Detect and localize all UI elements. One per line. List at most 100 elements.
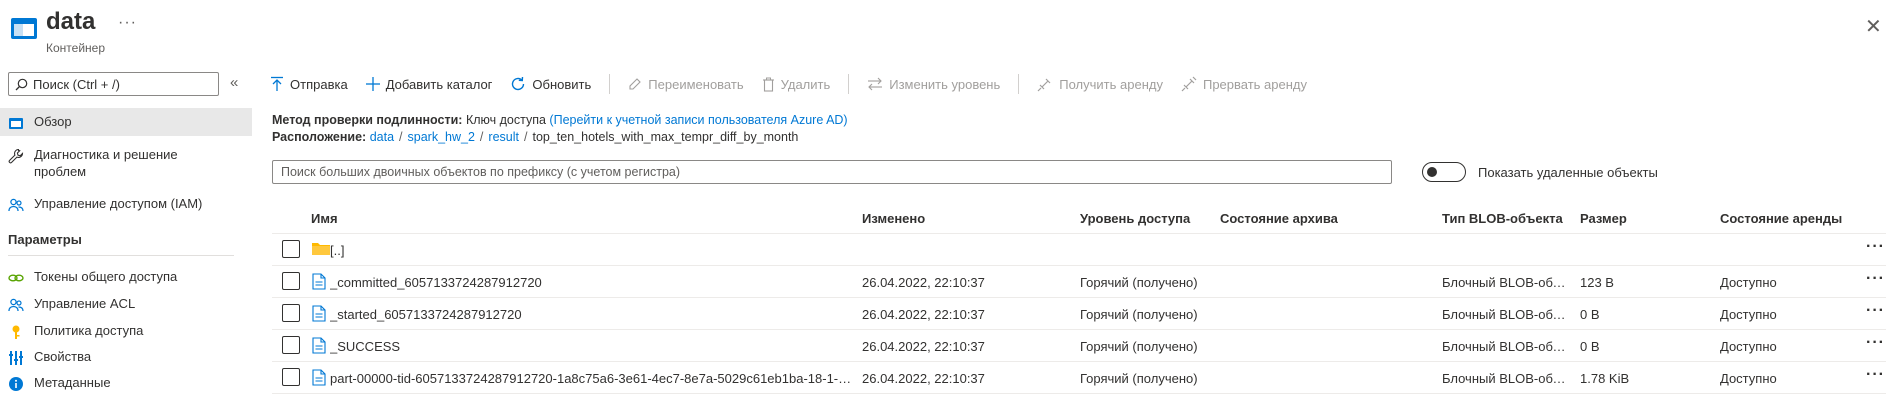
row-checkbox[interactable] [282, 368, 300, 386]
sidebar-item-acl[interactable]: Управление ACL [0, 295, 252, 319]
row-checkbox[interactable] [282, 304, 300, 322]
search-icon [15, 78, 28, 91]
row-more-button[interactable]: ··· [1866, 366, 1885, 384]
sidebar-item-label: Управление ACL [34, 296, 136, 311]
rename-icon [628, 77, 642, 91]
left-sidebar: Поиск (Ctrl + /) « Обзор Диагностика и р… [0, 62, 252, 418]
auth-method-value: Ключ доступа [465, 113, 546, 127]
sidebar-item-overview[interactable]: Обзор [0, 108, 252, 136]
sidebar-item-metadata[interactable]: Метаданные [0, 374, 252, 398]
refresh-button[interactable]: Обновить [510, 76, 591, 92]
change-tier-button[interactable]: Изменить уровень [867, 77, 1000, 92]
row-lease-state: Доступно [1720, 307, 1777, 322]
prefix-search-input[interactable]: Поиск больших двоичных объектов по префи… [272, 160, 1392, 184]
row-name[interactable]: [..] [330, 243, 780, 258]
add-directory-button[interactable]: Добавить каталог [365, 77, 492, 92]
breadcrumb-data[interactable]: data [370, 130, 394, 144]
acquire-lease-label: Получить аренду [1059, 76, 1163, 92]
row-checkbox[interactable] [282, 272, 300, 290]
toolbar-divider [609, 74, 611, 94]
switch-to-azure-ad-link[interactable]: (Перейти к учетной записи пользователя A… [549, 113, 847, 127]
row-name[interactable]: _committed_6057133724287912720 [330, 275, 850, 290]
collapse-sidebar-button[interactable]: « [230, 74, 238, 91]
sidebar-item-access-policy[interactable]: Политика доступа [0, 322, 252, 346]
column-header-size[interactable]: Размер [1580, 211, 1627, 226]
command-bar: Отправка Добавить каталог Обновить Переи… [270, 70, 1325, 98]
table-row[interactable]: _started_6057133724287912720 26.04.2022,… [272, 298, 1886, 330]
row-modified: 26.04.2022, 22:10:37 [862, 275, 985, 290]
row-name[interactable]: part-00000-tid-6057133724287912720-1a8c7… [330, 371, 852, 386]
table-row[interactable]: _SUCCESS 26.04.2022, 22:10:37 Горячий (п… [272, 330, 1886, 362]
row-name[interactable]: _started_6057133724287912720 [330, 307, 850, 322]
break-lease-label: Прервать аренду [1202, 76, 1308, 92]
sidebar-search-input[interactable]: Поиск (Ctrl + /) [8, 72, 219, 96]
row-more-button[interactable]: ··· [1866, 270, 1885, 288]
column-header-blob-type[interactable]: Тип BLOB-объекта [1442, 211, 1563, 226]
folder-icon [312, 241, 330, 256]
breadcrumb-spark-hw-2[interactable]: spark_hw_2 [408, 130, 475, 144]
row-size: 123 B [1580, 275, 1614, 290]
row-blob-type: Блочный BLOB-объ... [1442, 275, 1566, 290]
upload-button[interactable]: Отправка [270, 76, 348, 92]
row-more-button[interactable]: ··· [1866, 238, 1885, 256]
rename-button[interactable]: Переименовать [628, 76, 744, 92]
people-icon [8, 297, 24, 313]
column-header-access-tier[interactable]: Уровень доступа [1080, 211, 1190, 226]
page-title: data [46, 8, 96, 35]
break-lease-button[interactable]: Прервать аренду [1181, 76, 1307, 92]
toggle-knob [1427, 167, 1437, 177]
row-checkbox[interactable] [282, 240, 300, 258]
row-access-tier: Горячий (получено) [1080, 275, 1198, 290]
rename-label: Переименовать [648, 76, 744, 92]
row-access-tier: Горячий (получено) [1080, 307, 1198, 322]
column-header-modified[interactable]: Изменено [862, 211, 925, 226]
close-button[interactable]: ✕ [1865, 14, 1882, 39]
sidebar-item-label: Диагностика и решение проблем [34, 147, 178, 179]
breadcrumb-separator: / [479, 130, 484, 144]
sidebar-item-diagnose[interactable]: Диагностика и решение проблем [0, 146, 252, 184]
table-row[interactable]: part-00000-tid-6057133724287912720-1a8c7… [272, 362, 1886, 394]
show-deleted-label: Показать удаленные объекты [1478, 165, 1658, 180]
breadcrumb-result[interactable]: result [488, 130, 519, 144]
row-more-button[interactable]: ··· [1866, 302, 1885, 320]
row-blob-type: Блочный BLOB-объ... [1442, 371, 1566, 386]
upload-label: Отправка [290, 76, 348, 92]
row-size: 0 B [1580, 339, 1600, 354]
search-placeholder: Поиск (Ctrl + /) [33, 76, 120, 92]
blade-header: data ··· Контейнер ✕ [0, 0, 1898, 62]
auth-method-label: Метод проверки подлинности: [272, 113, 463, 127]
acquire-lease-button[interactable]: Получить аренду [1037, 76, 1163, 92]
location-label: Расположение: [272, 130, 367, 144]
column-header-name[interactable]: Имя [311, 211, 338, 226]
row-more-button[interactable]: ··· [1866, 334, 1885, 352]
section-divider [8, 255, 234, 256]
row-lease-state: Доступно [1720, 339, 1777, 354]
location-line: Расположение: data / spark_hw_2 / result / top… [272, 130, 798, 144]
table-row[interactable]: [..] ··· [272, 234, 1886, 266]
column-header-archive-status[interactable]: Состояние архива [1220, 211, 1338, 226]
row-access-tier: Горячий (получено) [1080, 339, 1198, 354]
table-row[interactable]: _committed_6057133724287912720 26.04.202… [272, 266, 1886, 298]
page-subtitle: Контейнер [46, 41, 106, 55]
column-header-lease-state[interactable]: Состояние аренды [1720, 211, 1842, 226]
key-icon [8, 324, 24, 340]
sidebar-item-label: Метаданные [34, 375, 111, 390]
sidebar-item-iam[interactable]: Управление доступом (IAM) [0, 195, 252, 219]
row-modified: 26.04.2022, 22:10:37 [862, 307, 985, 322]
toolbar-divider [1018, 74, 1020, 94]
section-title-settings: Параметры [8, 232, 82, 247]
sidebar-item-sas-tokens[interactable]: Токены общего доступа [0, 268, 252, 292]
file-icon [312, 305, 326, 322]
more-options-button[interactable]: ··· [118, 14, 137, 32]
show-deleted-toggle[interactable] [1422, 162, 1466, 182]
lease-icon [1037, 76, 1053, 92]
refresh-label: Обновить [532, 76, 592, 92]
file-icon [312, 273, 326, 290]
delete-button[interactable]: Удалить [762, 77, 830, 92]
row-lease-state: Доступно [1720, 371, 1777, 386]
breadcrumb-separator: / [399, 130, 403, 144]
row-checkbox[interactable] [282, 336, 300, 354]
sidebar-item-properties[interactable]: Свойства [0, 348, 252, 372]
sidebar-item-label: Свойства [34, 349, 92, 364]
row-name[interactable]: _SUCCESS [330, 339, 850, 354]
